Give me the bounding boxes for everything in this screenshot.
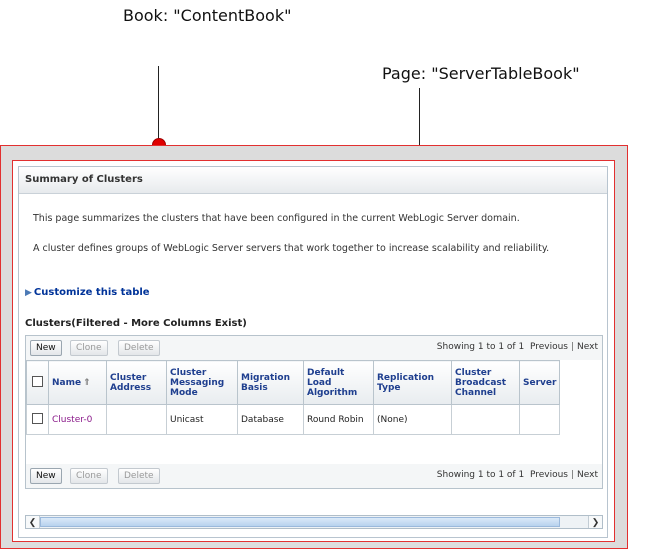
- pagination-bottom: Showing 1 to 1 of 1 Previous | Next: [437, 470, 598, 480]
- column-header-name-label: Name: [52, 377, 82, 388]
- table-toolbar-top: New Clone Delete Showing 1 to 1 of 1 Pre…: [26, 336, 602, 360]
- clusters-table-title: Clusters(Filtered - More Columns Exist): [25, 318, 247, 329]
- select-all-checkbox[interactable]: [32, 375, 43, 387]
- column-header-replication-type[interactable]: Replication Type: [373, 360, 452, 405]
- clone-button-bottom[interactable]: Clone: [70, 468, 108, 484]
- description-summary: This page summarizes the clusters that h…: [33, 213, 520, 224]
- row-checkbox[interactable]: [32, 412, 43, 424]
- previous-link-bottom[interactable]: Previous: [530, 470, 568, 480]
- cluster-name-link[interactable]: Cluster-0: [52, 415, 92, 425]
- showing-count-bottom: Showing 1 to 1 of 1: [436, 470, 525, 480]
- summary-of-clusters-panel: Summary of Clusters This page summarizes…: [18, 166, 608, 538]
- column-header-name[interactable]: Name ⇑: [48, 360, 107, 405]
- cell-load-algorithm: Round Robin: [303, 404, 374, 435]
- column-header-load-algorithm[interactable]: Default Load Algorithm: [303, 360, 374, 405]
- column-header-migration-basis[interactable]: Migration Basis: [237, 360, 304, 405]
- next-link-bottom[interactable]: Next: [577, 470, 598, 480]
- delete-button[interactable]: Delete: [118, 340, 160, 356]
- next-link[interactable]: Next: [577, 342, 598, 352]
- column-header-broadcast-channel[interactable]: Cluster Broadcast Channel: [451, 360, 520, 405]
- book-callout-label: Book: "ContentBook": [123, 6, 292, 25]
- column-header-cluster-address[interactable]: Cluster Address: [106, 360, 167, 405]
- pager-separator-bottom: |: [570, 470, 575, 480]
- table-header-row: Name ⇑ Cluster Address Cluster Messaging …: [26, 360, 561, 405]
- description-cluster: A cluster defines groups of WebLogic Ser…: [33, 243, 550, 254]
- pager-separator: |: [570, 342, 575, 352]
- book-callout-line: [158, 66, 159, 144]
- cell-messaging-mode: Unicast: [166, 404, 238, 435]
- cell-name: Cluster-0: [48, 404, 107, 435]
- delete-button-bottom[interactable]: Delete: [118, 468, 160, 484]
- cell-replication-type: (None): [373, 404, 452, 435]
- panel-title: Summary of Clusters: [19, 167, 607, 194]
- clusters-table-container: New Clone Delete Showing 1 to 1 of 1 Pre…: [25, 335, 603, 489]
- scroll-right-arrow-icon[interactable]: ❯: [588, 516, 602, 528]
- customize-table-link[interactable]: ▶ Customize this table: [25, 287, 150, 298]
- clusters-table: Name ⇑ Cluster Address Cluster Messaging …: [26, 360, 561, 435]
- cell-migration-basis: Database: [237, 404, 304, 435]
- table-toolbar-bottom: New Clone Delete Showing 1 to 1 of 1 Pre…: [26, 464, 602, 488]
- column-header-messaging-mode[interactable]: Cluster Messaging Mode: [166, 360, 238, 405]
- previous-link[interactable]: Previous: [530, 342, 568, 352]
- clone-button[interactable]: Clone: [70, 340, 108, 356]
- column-header-server[interactable]: Server: [518, 360, 561, 405]
- new-button[interactable]: New: [30, 340, 62, 356]
- customize-table-label: Customize this table: [33, 287, 150, 298]
- horizontal-scrollbar[interactable]: ❮ ❯: [25, 515, 603, 529]
- showing-count: Showing 1 to 1 of 1: [436, 342, 525, 352]
- expand-triangle-icon: ▶: [25, 288, 32, 298]
- table-row: Cluster-0 Unicast Database Round Robin (…: [26, 404, 561, 435]
- pagination-top: Showing 1 to 1 of 1 Previous | Next: [437, 342, 598, 352]
- cell-server: [518, 404, 561, 435]
- page-callout-label: Page: "ServerTableBook": [382, 64, 580, 83]
- select-all-header: [26, 360, 49, 405]
- scrollbar-thumb[interactable]: [40, 517, 560, 527]
- sort-icon[interactable]: ⇑: [83, 378, 91, 388]
- row-select-cell: [26, 404, 49, 435]
- cell-cluster-address: [106, 404, 167, 435]
- new-button-bottom[interactable]: New: [30, 468, 62, 484]
- cell-broadcast-channel: [451, 404, 520, 435]
- scroll-left-arrow-icon[interactable]: ❮: [26, 516, 40, 528]
